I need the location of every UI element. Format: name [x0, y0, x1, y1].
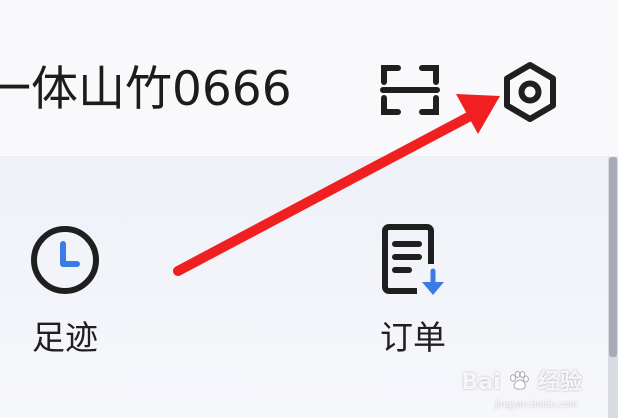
- username-label: 一体山竹0666: [0, 62, 292, 117]
- profile-header: 一体山竹0666: [0, 0, 618, 157]
- order-list-icon: [382, 224, 444, 295]
- scrollbar-thumb[interactable]: [609, 157, 617, 357]
- paw-icon: [510, 371, 530, 390]
- orders-label: 订单: [380, 318, 446, 357]
- baidu-watermark: Bai 经验: [461, 370, 582, 395]
- footprint-shortcut[interactable]: 足迹: [20, 222, 110, 362]
- settings-hexagon-icon: [504, 62, 556, 122]
- orders-shortcut[interactable]: 订单: [368, 222, 458, 362]
- scan-icon: [380, 65, 440, 115]
- footprint-label: 足迹: [32, 318, 98, 357]
- scan-button[interactable]: [380, 62, 440, 118]
- baidu-watermark-url: jingyan.baidu.com: [494, 400, 578, 410]
- settings-button[interactable]: [498, 60, 562, 124]
- clock-icon: [31, 226, 99, 294]
